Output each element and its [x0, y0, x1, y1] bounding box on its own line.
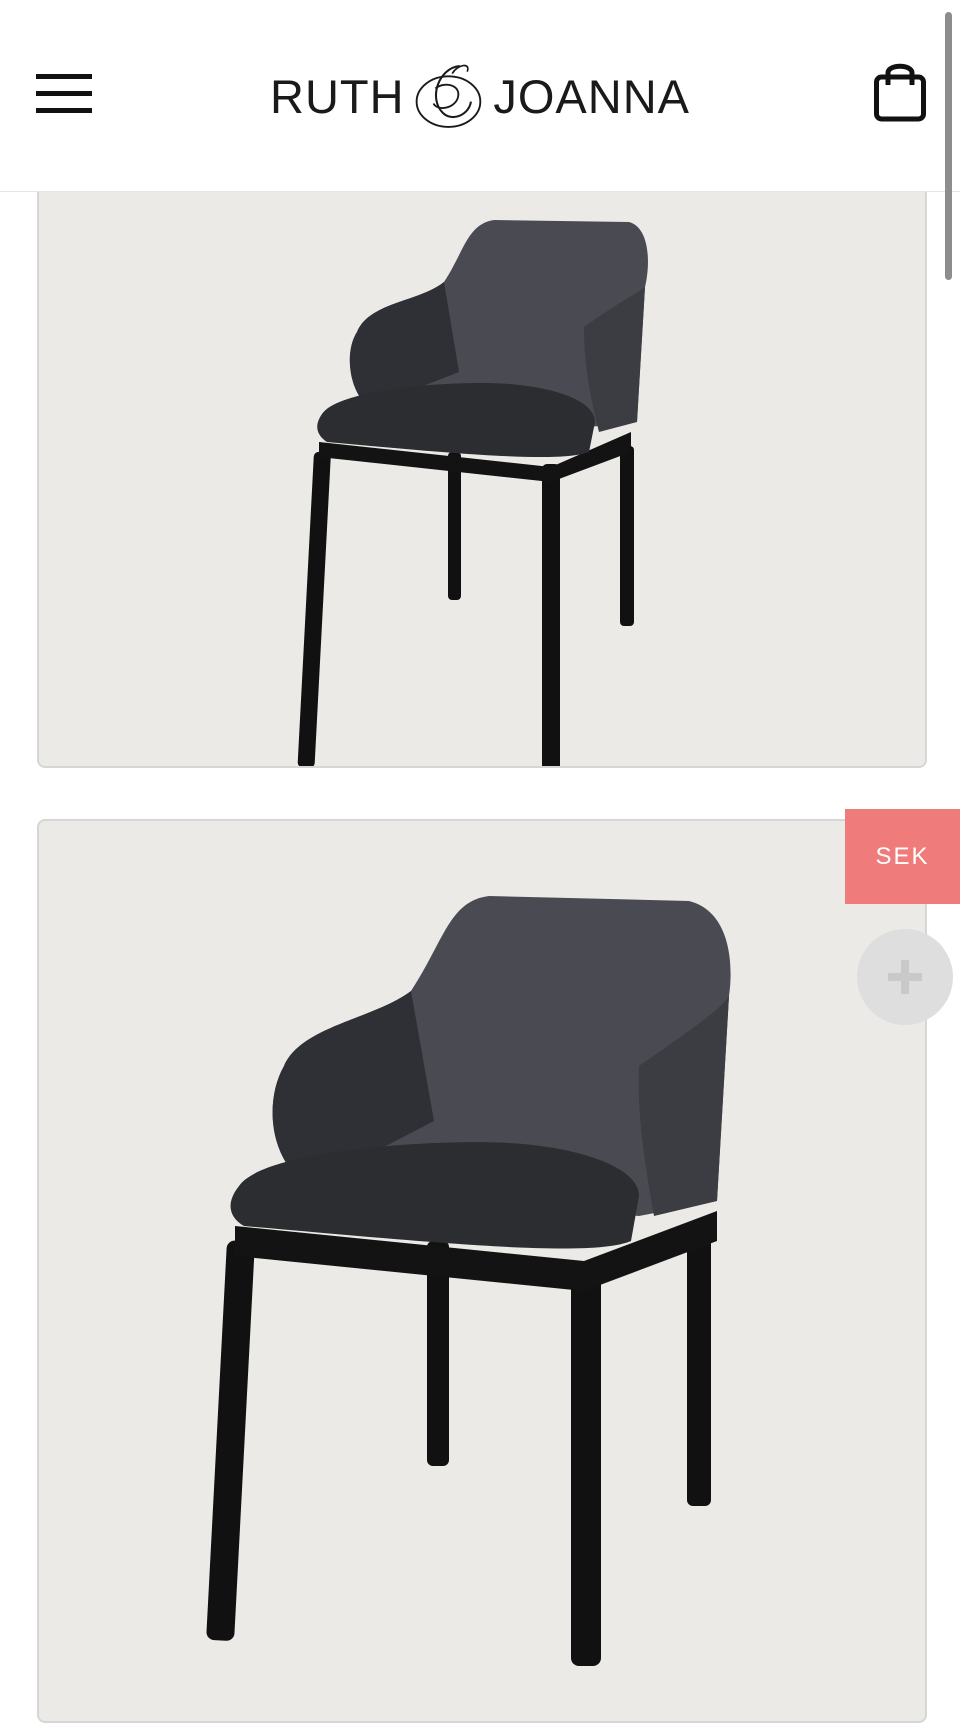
logo-ampersand-icon [415, 64, 481, 128]
brand-logo[interactable]: RUTH JOANNA [270, 58, 690, 134]
product-image-armchair-large[interactable] [39, 821, 925, 1721]
plus-icon [888, 960, 922, 994]
product-card[interactable] [37, 819, 927, 1723]
hamburger-menu-icon[interactable] [36, 74, 92, 114]
shopping-bag-icon[interactable] [874, 60, 926, 122]
currency-selector-tab[interactable]: SEK [845, 809, 960, 904]
product-image-armchair[interactable] [39, 152, 925, 766]
page-scrollbar[interactable] [945, 12, 952, 280]
logo-word-ruth: RUTH [270, 69, 405, 123]
add-button[interactable] [857, 929, 953, 1025]
logo-word-joanna: JOANNA [493, 69, 690, 123]
product-card[interactable] [37, 150, 927, 768]
site-header: RUTH JOANNA [0, 0, 960, 192]
